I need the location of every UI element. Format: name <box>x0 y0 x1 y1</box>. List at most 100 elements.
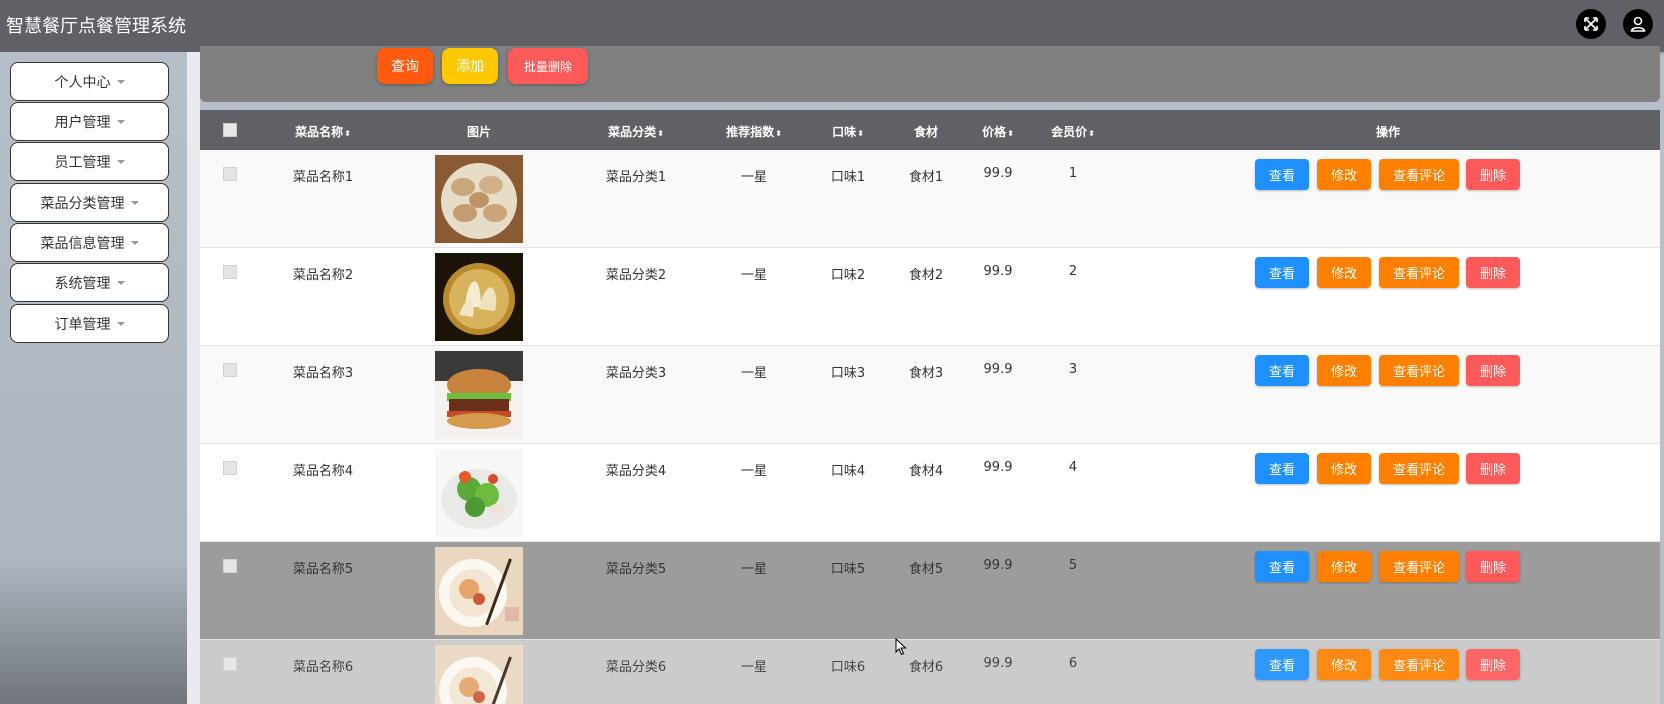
user-icon[interactable] <box>1623 9 1653 39</box>
cell-ingredient: 食材6 <box>908 660 944 675</box>
dish-table: 菜品名称⬍ 图片 菜品分类⬍ 推荐指数⬍ 口味⬍ 食材 价格⬍ 会员价⬍ 操作 … <box>200 110 1660 704</box>
sort-icon: ⬍ <box>775 129 782 138</box>
cell-ingredient: 食材5 <box>908 562 944 577</box>
cell-taste: 口味4 <box>830 464 866 479</box>
mouse-cursor-icon <box>895 637 907 660</box>
cell-taste: 口味5 <box>830 562 866 577</box>
table-row: 菜品名称4 菜品分类4 一星 口味4 食材4 99.9 4 查看 修改 查看评论 删除 <box>200 444 1660 542</box>
view-button[interactable]: 查看 <box>1255 355 1309 386</box>
table-row: 菜品名称3 菜品分类3 一星 口味3 食材3 99.9 3 查看 修改 查看评论 删除 <box>200 346 1660 444</box>
view-comments-button[interactable]: 查看评论 <box>1379 551 1459 582</box>
view-button[interactable]: 查看 <box>1255 551 1309 582</box>
add-button[interactable]: 添加 <box>442 48 498 84</box>
batch-delete-button[interactable]: 批量删除 <box>508 48 588 84</box>
view-button[interactable]: 查看 <box>1255 159 1309 190</box>
row-checkbox[interactable] <box>223 265 237 279</box>
row-checkbox[interactable] <box>223 657 237 671</box>
edit-button[interactable]: 修改 <box>1317 355 1371 386</box>
sidebar-item-user-management[interactable]: 用户管理 <box>10 102 169 141</box>
edit-button[interactable]: 修改 <box>1317 649 1371 680</box>
column-header-member-price[interactable]: 会员价⬍ <box>1051 123 1095 140</box>
dish-image <box>435 253 523 341</box>
table-row: 菜品名称1 菜品分类1 一星 口味1 食材1 99.9 1 查看 修改 查看评论 删除 <box>200 150 1660 248</box>
cell-rating: 一星 <box>740 660 768 675</box>
cell-member-price: 5 <box>1068 558 1078 573</box>
edit-button[interactable]: 修改 <box>1317 551 1371 582</box>
sidebar-item-personal-center[interactable]: 个人中心 <box>10 62 169 101</box>
cell-ingredient: 食材1 <box>908 170 944 185</box>
cell-member-price: 4 <box>1068 460 1078 475</box>
edit-button[interactable]: 修改 <box>1317 159 1371 190</box>
cell-ingredient: 食材2 <box>908 268 944 283</box>
sidebar-item-dish-category-management[interactable]: 菜品分类管理 <box>10 183 169 222</box>
cell-rating: 一星 <box>740 366 768 381</box>
view-button[interactable]: 查看 <box>1255 257 1309 288</box>
delete-button[interactable]: 删除 <box>1466 649 1520 680</box>
cell-price: 99.9 <box>983 264 1013 279</box>
column-header-name[interactable]: 菜品名称⬍ <box>295 123 351 140</box>
sidebar: 个人中心 用户管理 员工管理 菜品分类管理 菜品信息管理 系统管理 订单管理 <box>0 52 187 704</box>
sort-icon: ⬍ <box>657 129 664 138</box>
view-comments-button[interactable]: 查看评论 <box>1379 257 1459 288</box>
cell-taste: 口味6 <box>830 660 866 675</box>
delete-button[interactable]: 删除 <box>1466 257 1520 288</box>
fullscreen-icon[interactable] <box>1576 9 1606 39</box>
sidebar-item-staff-management[interactable]: 员工管理 <box>10 142 169 181</box>
row-checkbox[interactable] <box>223 167 237 181</box>
cell-name: 菜品名称3 <box>292 366 354 381</box>
cell-name: 菜品名称2 <box>292 268 354 283</box>
column-header-taste[interactable]: 口味⬍ <box>832 123 864 140</box>
view-comments-button[interactable]: 查看评论 <box>1379 159 1459 190</box>
column-header-rating[interactable]: 推荐指数⬍ <box>726 123 782 140</box>
caret-down-icon <box>116 159 125 164</box>
dish-image <box>435 351 523 439</box>
cell-category: 菜品分类2 <box>605 268 667 283</box>
cell-rating: 一星 <box>740 170 768 185</box>
dish-image <box>435 449 523 537</box>
table-row: 菜品名称2 菜品分类2 一星 口味2 食材2 99.9 2 查看 修改 查看评论 删除 <box>200 248 1660 346</box>
divider <box>187 52 200 704</box>
column-header-ingredient: 食材 <box>913 125 939 139</box>
delete-button[interactable]: 删除 <box>1466 159 1520 190</box>
cell-category: 菜品分类3 <box>605 366 667 381</box>
cell-price: 99.9 <box>983 460 1013 475</box>
cell-taste: 口味1 <box>830 170 866 185</box>
view-comments-button[interactable]: 查看评论 <box>1379 453 1459 484</box>
edit-button[interactable]: 修改 <box>1317 453 1371 484</box>
search-button[interactable]: 查询 <box>377 48 433 84</box>
row-checkbox[interactable] <box>223 461 237 475</box>
sidebar-item-order-management[interactable]: 订单管理 <box>10 304 169 343</box>
row-checkbox[interactable] <box>223 559 237 573</box>
column-header-category[interactable]: 菜品分类⬍ <box>608 123 664 140</box>
view-button[interactable]: 查看 <box>1255 453 1309 484</box>
cell-category: 菜品分类4 <box>605 464 667 479</box>
view-button[interactable]: 查看 <box>1255 649 1309 680</box>
sidebar-item-system-management[interactable]: 系统管理 <box>10 263 169 302</box>
cell-member-price: 6 <box>1068 656 1078 671</box>
cell-price: 99.9 <box>983 362 1013 377</box>
cell-name: 菜品名称6 <box>292 660 354 675</box>
dish-image <box>435 547 523 635</box>
select-all-checkbox[interactable] <box>223 123 237 137</box>
cell-category: 菜品分类1 <box>605 170 667 185</box>
cell-price: 99.9 <box>983 656 1013 671</box>
edit-button[interactable]: 修改 <box>1317 257 1371 288</box>
view-comments-button[interactable]: 查看评论 <box>1379 355 1459 386</box>
column-header-price[interactable]: 价格⬍ <box>982 123 1014 140</box>
delete-button[interactable]: 删除 <box>1466 355 1520 386</box>
cell-rating: 一星 <box>740 464 768 479</box>
delete-button[interactable]: 删除 <box>1466 453 1520 484</box>
row-checkbox[interactable] <box>223 363 237 377</box>
cell-price: 99.9 <box>983 166 1013 181</box>
delete-button[interactable]: 删除 <box>1466 551 1520 582</box>
sidebar-item-dish-info-management[interactable]: 菜品信息管理 <box>10 223 169 262</box>
column-header-actions: 操作 <box>1375 125 1401 139</box>
caret-down-icon <box>130 200 139 205</box>
top-bar: 智慧餐厅点餐管理系统 <box>0 0 1664 52</box>
dish-image <box>435 645 523 704</box>
view-comments-button[interactable]: 查看评论 <box>1379 649 1459 680</box>
cell-member-price: 2 <box>1068 264 1078 279</box>
sort-icon: ⬍ <box>1088 129 1095 138</box>
cell-member-price: 1 <box>1068 166 1078 181</box>
cell-category: 菜品分类6 <box>605 660 667 675</box>
